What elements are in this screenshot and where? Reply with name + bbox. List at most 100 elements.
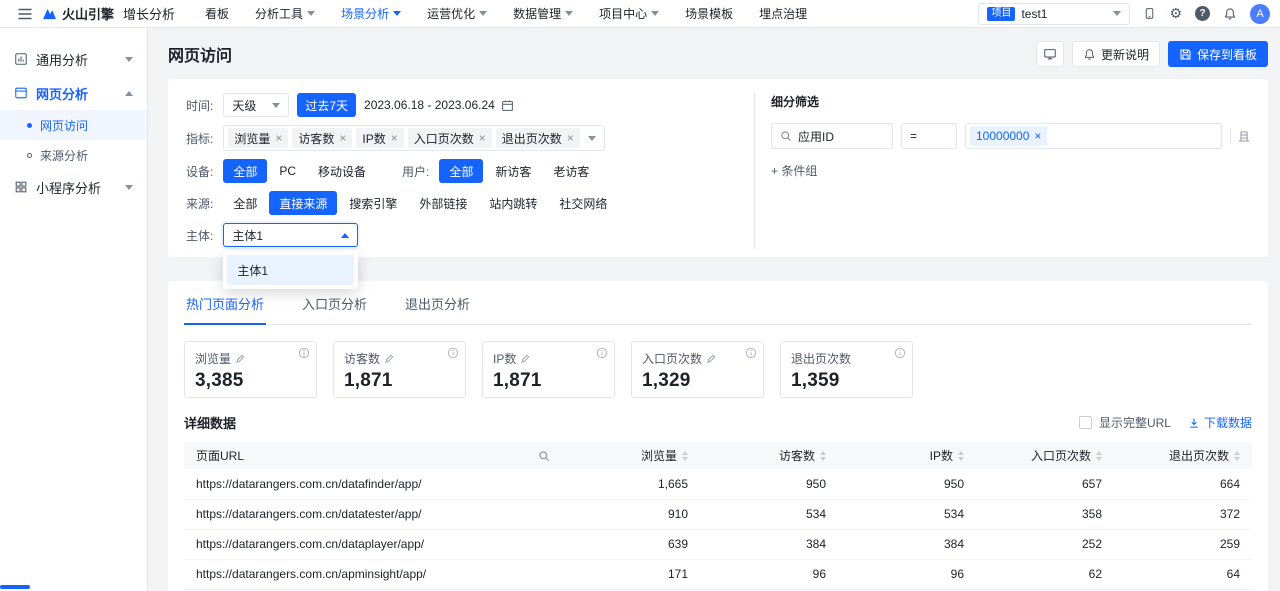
cell-value: 664 — [1114, 469, 1252, 499]
table-row[interactable]: https://datarangers.com.cn/dataplayer/ap… — [184, 529, 1252, 559]
save-to-dashboard-button[interactable]: 保存到看板 — [1168, 41, 1268, 67]
info-icon[interactable] — [894, 347, 906, 359]
source-option-direct[interactable]: 直接来源 — [269, 191, 337, 215]
info-icon[interactable] — [447, 347, 459, 359]
value-tag[interactable]: 10000000 × — [970, 126, 1047, 146]
metric-tag-label: 访客数 — [298, 130, 334, 147]
search-icon[interactable] — [538, 450, 550, 462]
sort-icon[interactable] — [682, 451, 688, 461]
chevron-down-icon — [651, 11, 659, 16]
show-full-url-checkbox[interactable] — [1079, 416, 1092, 429]
metric-tag[interactable]: IP数× — [356, 128, 403, 148]
info-icon[interactable] — [745, 347, 757, 359]
nav-item-dashboard[interactable]: 看板 — [205, 5, 229, 22]
project-selector[interactable]: 项目 test1 — [978, 3, 1130, 25]
nav-item-tracking-governance[interactable]: 埋点治理 — [759, 5, 807, 22]
nav-item-scene-analysis[interactable]: 场景分析 — [341, 5, 401, 22]
metric-tag[interactable]: 退出页次数× — [496, 128, 580, 148]
edit-icon[interactable] — [235, 354, 245, 364]
metric-tag[interactable]: 入口页次数× — [408, 128, 492, 148]
cell-url[interactable]: https://datarangers.com.cn/datafinder/ap… — [184, 469, 562, 499]
sort-icon[interactable] — [820, 451, 826, 461]
avatar[interactable]: A — [1250, 4, 1270, 24]
column-label: 页面URL — [196, 447, 244, 464]
source-option-social[interactable]: 社交网络 — [549, 191, 617, 215]
edit-icon[interactable] — [520, 354, 530, 364]
nav-item-scene-template[interactable]: 场景模板 — [685, 5, 733, 22]
edit-icon[interactable] — [384, 354, 394, 364]
info-icon[interactable] — [596, 347, 608, 359]
sidebar-item-web-analysis[interactable]: 网页分析 — [0, 76, 147, 110]
close-icon[interactable]: × — [1034, 130, 1041, 142]
cell-url[interactable]: https://datarangers.com.cn/datatester/ap… — [184, 499, 562, 529]
device-option-mobile[interactable]: 移动设备 — [308, 159, 376, 183]
sort-icon[interactable] — [1234, 451, 1240, 461]
nav-item-analysis-tools[interactable]: 分析工具 — [255, 5, 315, 22]
close-icon[interactable]: × — [479, 132, 486, 144]
close-icon[interactable]: × — [567, 132, 574, 144]
cell-value: 950 — [700, 469, 838, 499]
source-option-external-link[interactable]: 外部链接 — [409, 191, 477, 215]
condition-value-input[interactable]: 10000000 × — [965, 123, 1222, 149]
scrollbar-thumb[interactable] — [0, 585, 30, 589]
table-row[interactable]: https://datarangers.com.cn/datafinder/ap… — [184, 469, 1252, 499]
metric-card-exit-pages[interactable]: 退出页次数 1,359 — [780, 341, 913, 398]
nav-label: 场景分析 — [341, 5, 389, 22]
device-option-pc[interactable]: PC — [269, 159, 306, 183]
sidebar-item-source-analysis[interactable]: 来源分析 — [0, 140, 147, 170]
download-icon — [1188, 417, 1200, 429]
volcengine-logo-icon[interactable] — [42, 7, 57, 20]
metric-card-visitors[interactable]: 访客数 1,871 — [333, 341, 466, 398]
metric-tag[interactable]: 访客数 × — [292, 128, 352, 148]
table-row[interactable]: https://datarangers.com.cn/datatester/ap… — [184, 499, 1252, 529]
nav-item-project-center[interactable]: 项目中心 — [599, 5, 659, 22]
property-select[interactable]: 应用ID — [771, 123, 893, 149]
cell-url[interactable]: https://datarangers.com.cn/apminsight/ap… — [184, 559, 562, 589]
sort-icon[interactable] — [958, 451, 964, 461]
source-option-search-engine[interactable]: 搜索引擎 — [339, 191, 407, 215]
user-option-returning[interactable]: 老访客 — [543, 159, 599, 183]
table-row[interactable]: https://datarangers.com.cn/apminsight/ap… — [184, 559, 1252, 589]
user-option-all[interactable]: 全部 — [439, 159, 483, 183]
nav-item-data-management[interactable]: 数据管理 — [513, 5, 573, 22]
info-icon[interactable] — [298, 347, 310, 359]
add-condition-group-button[interactable]: + 条件组 — [771, 162, 817, 179]
sort-icon[interactable] — [1096, 451, 1102, 461]
hamburger-menu-icon[interactable] — [10, 8, 40, 20]
close-icon[interactable]: × — [391, 132, 398, 144]
granularity-select[interactable]: 天级 — [223, 93, 289, 117]
mobile-device-icon[interactable] — [1143, 7, 1156, 20]
date-range-value[interactable]: 2023.06.18 - 2023.06.24 — [364, 98, 495, 112]
bell-icon[interactable] — [1223, 7, 1237, 21]
nav-item-operation-optimize[interactable]: 运营优化 — [427, 5, 487, 22]
tab-exit-pages[interactable]: 退出页分析 — [403, 281, 472, 325]
download-data-button[interactable]: 下载数据 — [1188, 414, 1252, 431]
metric-card-pageviews[interactable]: 浏览量 3,385 — [184, 341, 317, 398]
source-option-all[interactable]: 全部 — [223, 191, 267, 215]
subject-select[interactable]: 主体1 主体1 — [223, 223, 358, 247]
sidebar-item-general-analysis[interactable]: 通用分析 — [0, 42, 147, 76]
display-board-button[interactable] — [1036, 41, 1064, 67]
time-range-tag[interactable]: 过去7天 — [297, 93, 356, 117]
gear-icon[interactable]: ⚙ — [1169, 7, 1182, 21]
operator-select[interactable]: = — [901, 123, 957, 149]
device-option-all[interactable]: 全部 — [223, 159, 267, 183]
metric-card-entry-pages[interactable]: 入口页次数 1,329 — [631, 341, 764, 398]
metrics-multiselect[interactable]: 浏览量× 访客数 × IP数× 入口页次数× 退出页次数× — [223, 125, 604, 151]
user-option-new[interactable]: 新访客 — [485, 159, 541, 183]
sidebar-item-miniprogram-analysis[interactable]: 小程序分析 — [0, 170, 147, 204]
edit-icon[interactable] — [706, 354, 716, 364]
metric-tag[interactable]: 浏览量× — [228, 128, 288, 148]
metric-card-ip[interactable]: IP数 1,871 — [482, 341, 615, 398]
subject-dropdown-option[interactable]: 主体1 — [227, 255, 354, 285]
cell-url[interactable]: https://datarangers.com.cn/dataplayer/ap… — [184, 529, 562, 559]
calendar-icon[interactable] — [501, 99, 514, 112]
cell-value: 252 — [976, 529, 1114, 559]
close-icon[interactable]: × — [339, 132, 346, 144]
update-notes-button[interactable]: 更新说明 — [1072, 41, 1160, 67]
source-option-internal-jump[interactable]: 站内跳转 — [479, 191, 547, 215]
cell-value: 259 — [1114, 529, 1252, 559]
close-icon[interactable]: × — [275, 132, 282, 144]
sidebar-item-web-visit[interactable]: 网页访问 — [0, 110, 147, 140]
help-icon[interactable]: ? — [1195, 6, 1210, 21]
